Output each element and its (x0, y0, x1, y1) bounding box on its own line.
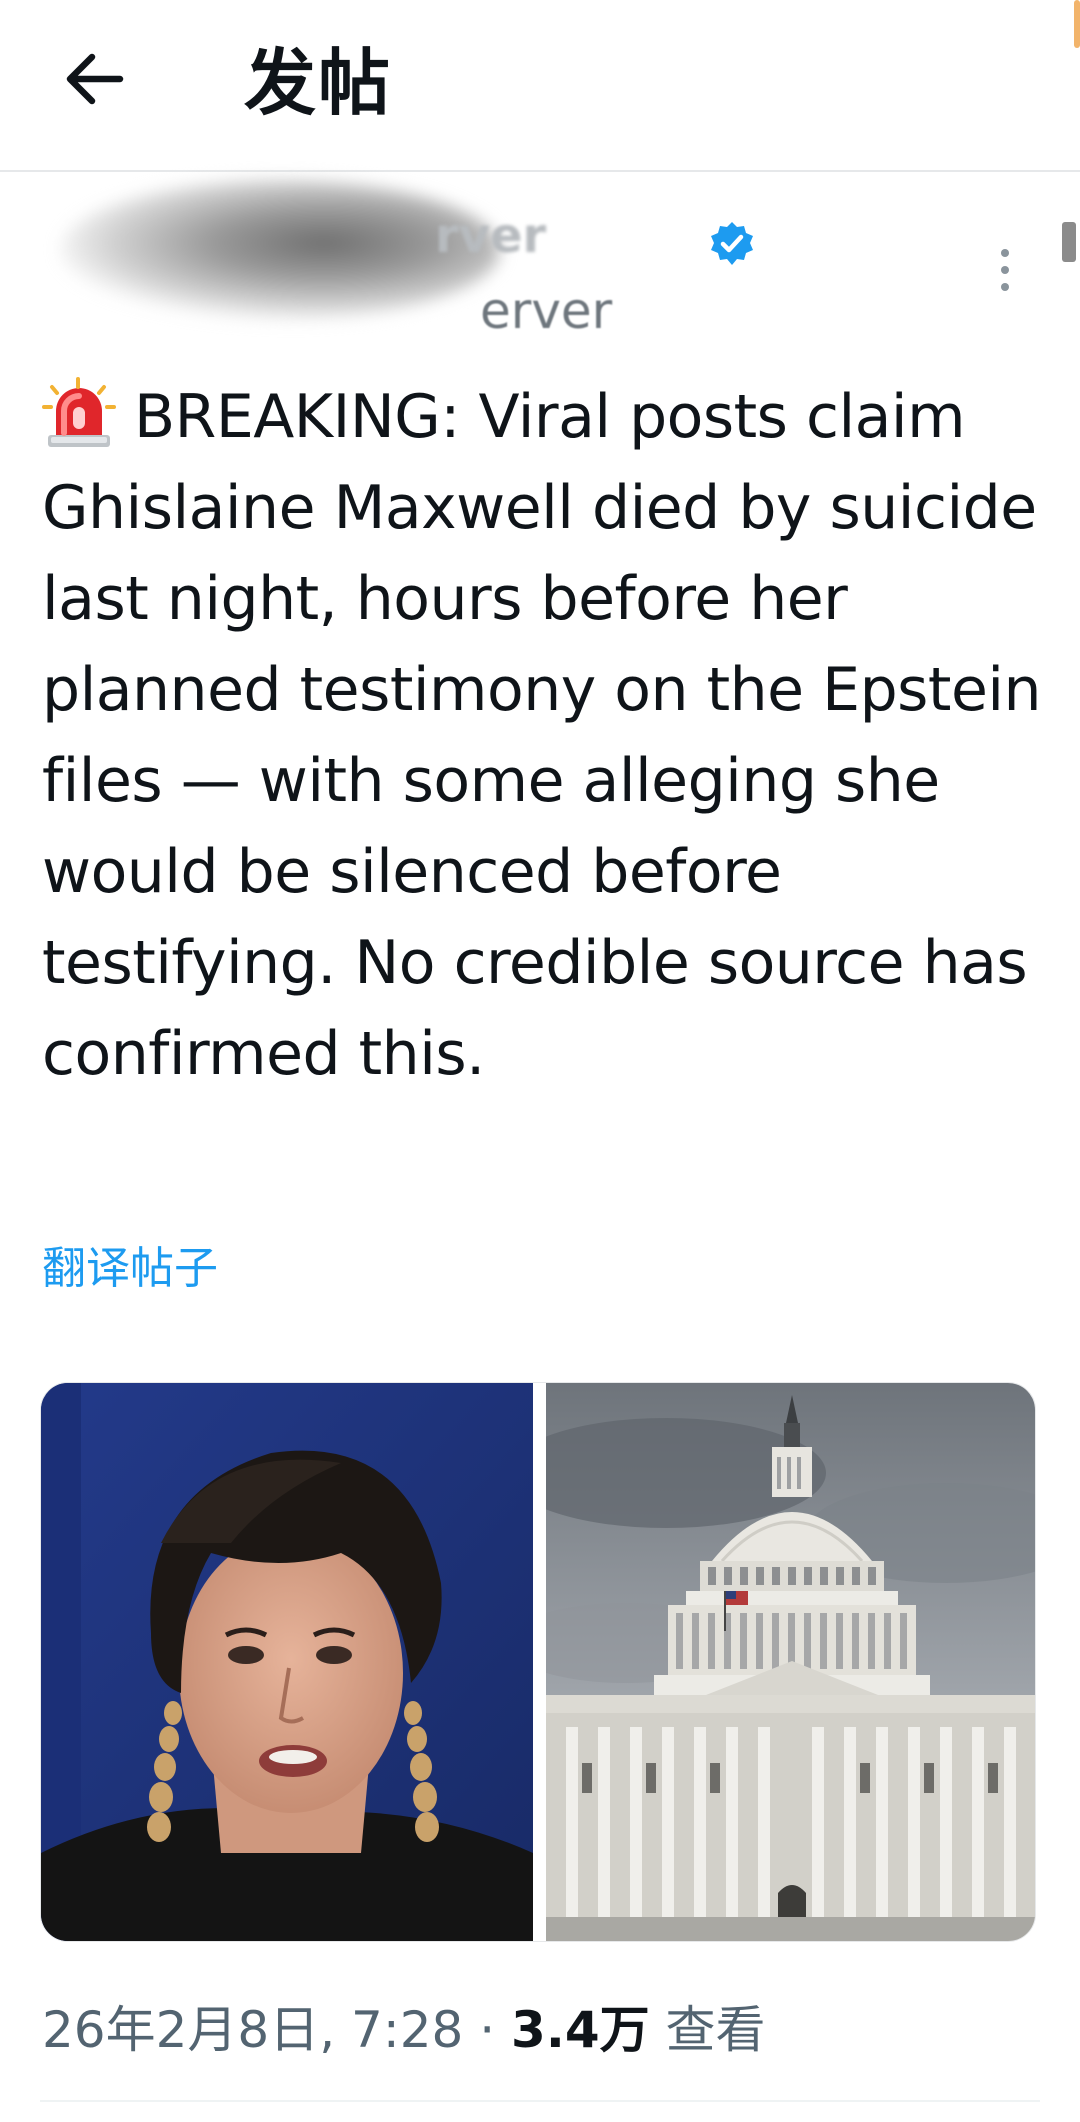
page-title: 发帖 (244, 41, 393, 125)
portrait-image (41, 1383, 533, 1941)
views-label: 查看 (665, 2001, 766, 2059)
author-name[interactable]: rver (435, 208, 546, 264)
top-bar: 发帖 (0, 0, 1080, 172)
tweet-body: BREAKING: Viral posts claim Ghislaine Ma… (42, 372, 1052, 1100)
rotating-light-icon (42, 377, 116, 447)
capitol-image (506, 1383, 1035, 1941)
media-grid (40, 1382, 1036, 1942)
tweet-timestamp[interactable]: 26年2月8日, 7:28 (42, 2001, 463, 2059)
back-button[interactable] (58, 42, 132, 116)
views-count: 3.4万 (511, 2001, 650, 2059)
tweet-text: BREAKING: Viral posts claim Ghislaine Ma… (42, 382, 1042, 1089)
translate-post-link[interactable]: 翻译帖子 (42, 1232, 218, 1296)
edge-indicator (1074, 0, 1080, 48)
author-row[interactable]: rver erver (40, 180, 1040, 360)
author-handle[interactable]: erver (480, 282, 612, 340)
tweet-meta: 26年2月8日, 7:28 · 3.4万 查看 (42, 2000, 766, 2060)
media-image-portrait[interactable] (41, 1383, 533, 1941)
divider (40, 2100, 1040, 2102)
meta-separator: · (479, 2001, 496, 2059)
scrollbar-thumb[interactable] (1062, 222, 1076, 262)
verified-badge-icon (711, 222, 753, 265)
arrow-left-icon (66, 53, 124, 105)
more-vertical-icon (1001, 249, 1009, 291)
media-image-capitol[interactable] (506, 1383, 1035, 1941)
redacted-avatar-blur (60, 180, 500, 320)
more-options-button[interactable] (990, 245, 1020, 295)
